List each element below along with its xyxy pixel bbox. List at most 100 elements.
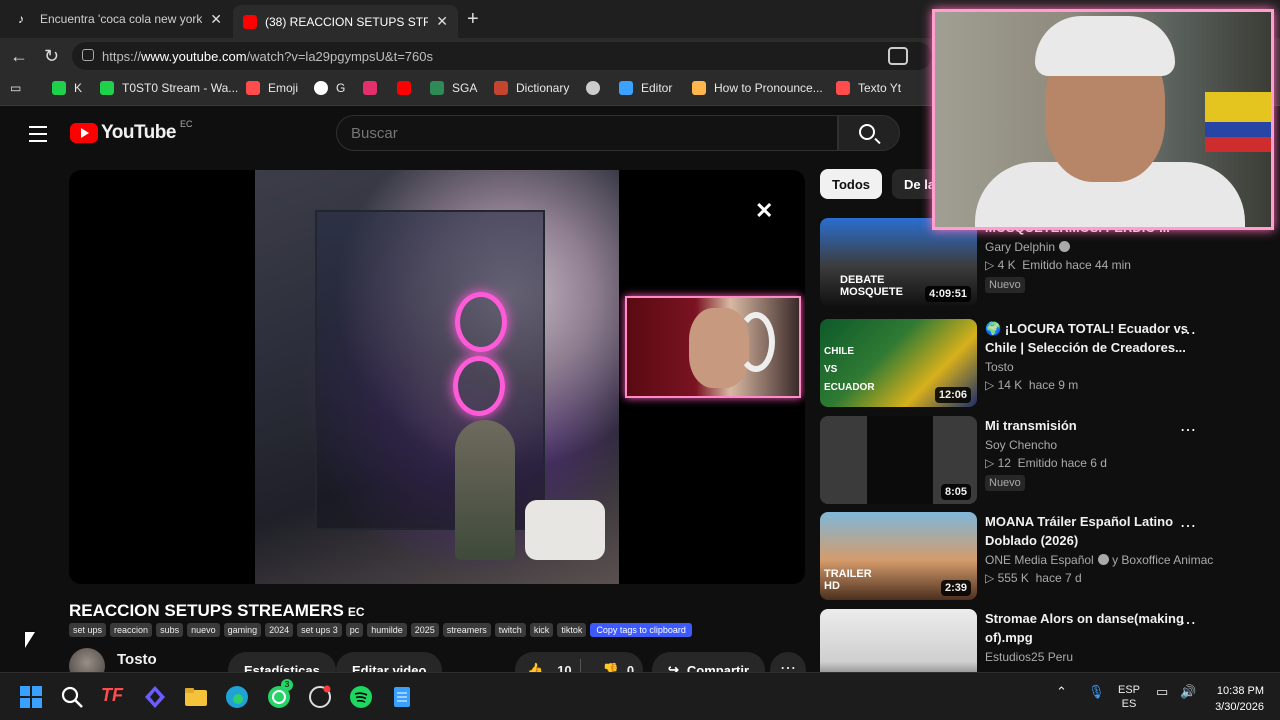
bookmark-dictionary[interactable]: Dictionary bbox=[494, 81, 569, 95]
tag-item[interactable]: humilde bbox=[367, 623, 407, 637]
display-icon[interactable]: ▭ bbox=[1156, 685, 1168, 699]
channel-name[interactable]: Tosto bbox=[117, 651, 157, 668]
notepad-icon[interactable] bbox=[390, 685, 414, 709]
channel-name[interactable]: Soy Chencho bbox=[985, 438, 1205, 452]
video-title[interactable]: Stromae Alors on danse(making of).mpg bbox=[985, 609, 1205, 647]
tag-item[interactable]: gaming bbox=[223, 623, 262, 637]
bookmark-instagram[interactable] bbox=[363, 81, 385, 95]
bookmark-youtube[interactable] bbox=[397, 81, 419, 95]
youtube-logo[interactable]: YouTube EC bbox=[70, 119, 192, 144]
copy-tags-button[interactable]: Copy tags to clipboard bbox=[590, 623, 692, 637]
bookmark-tosto-stream[interactable]: T0ST0 Stream - Wa... bbox=[100, 81, 238, 95]
tag-item[interactable]: kick bbox=[529, 623, 554, 637]
list-item[interactable]: TRAILER HD 2:39 MOANA Tráiler Español La… bbox=[820, 512, 1240, 600]
bookmark-emoji[interactable]: Emoji bbox=[246, 81, 298, 95]
edit-video-button[interactable]: Editar video bbox=[336, 652, 443, 672]
bookmark-how-to-pronounce[interactable]: How to Pronounce... bbox=[692, 81, 823, 95]
channel-name[interactable]: ONE Media Español y Boxoffice Animac bbox=[985, 553, 1213, 567]
bookmark-sga[interactable]: SGA bbox=[430, 81, 477, 95]
bookmark-editor[interactable]: Editor bbox=[619, 81, 672, 95]
video-frame[interactable] bbox=[255, 170, 619, 584]
tab-youtube-video[interactable]: (38) REACCION SETUPS STREAMERS ✕ bbox=[233, 5, 458, 38]
tag-item[interactable]: 2024 bbox=[265, 623, 294, 637]
channel-name[interactable]: Gary Delphin bbox=[985, 240, 1205, 254]
thumbnail-text: CHILE VS ECUADOR bbox=[824, 346, 875, 393]
tag-item[interactable]: set ups bbox=[69, 623, 107, 637]
site-info-icon[interactable] bbox=[82, 49, 94, 61]
tf-app-icon[interactable]: TF bbox=[101, 685, 125, 709]
video-thumbnail[interactable]: TRAILER HD 2:39 bbox=[820, 512, 977, 600]
channel-name[interactable]: Tosto bbox=[985, 360, 1205, 374]
video-title[interactable]: 🌍 ¡LOCURA TOTAL! Ecuador vs Chile | Sele… bbox=[985, 319, 1205, 357]
mouse-cursor bbox=[25, 632, 41, 648]
search-icon[interactable] bbox=[60, 685, 84, 709]
tag-item[interactable]: 2025 bbox=[410, 623, 439, 637]
sga-icon bbox=[430, 81, 444, 95]
like-icon[interactable]: 👍 bbox=[527, 662, 543, 672]
video-thumbnail[interactable] bbox=[820, 609, 977, 672]
chevron-up-icon[interactable]: ⌃ bbox=[1056, 685, 1067, 699]
more-options-icon[interactable]: ⋯ bbox=[1180, 613, 1197, 633]
bookmark-openai[interactable] bbox=[586, 81, 608, 95]
tag-item[interactable]: reaccion bbox=[110, 623, 153, 637]
extension-icon[interactable] bbox=[888, 47, 908, 65]
channel-name[interactable]: Estudios25 Peru bbox=[985, 650, 1205, 664]
search-input[interactable] bbox=[336, 115, 838, 151]
video-title[interactable]: MOANA Tráiler Español Latino Doblado (20… bbox=[985, 512, 1205, 550]
list-item[interactable]: DEBATE MOSQUETE 4:09:51 MOSQUETERMOS. PE… bbox=[820, 218, 1240, 306]
language-indicator[interactable]: ESP ES bbox=[1118, 683, 1140, 711]
video-thumbnail[interactable]: 8:05 bbox=[820, 416, 977, 504]
video-title[interactable]: Mi transmisión bbox=[985, 416, 1205, 435]
list-item[interactable]: 8:05 Mi transmisión Soy Chencho ▷ 12 Emi… bbox=[820, 416, 1240, 504]
list-item[interactable]: Stromae Alors on danse(making of).mpg Es… bbox=[820, 609, 1240, 672]
close-tab-icon[interactable]: ✕ bbox=[210, 11, 222, 28]
search-icon bbox=[859, 124, 875, 140]
bookmark-k[interactable]: K bbox=[52, 81, 82, 95]
tag-item[interactable]: tiktok bbox=[557, 623, 587, 637]
file-explorer-icon[interactable] bbox=[184, 685, 208, 709]
ecuador-flag-image bbox=[1205, 92, 1271, 152]
url-field[interactable]: https://www.youtube.com/watch?v=la29pgym… bbox=[72, 42, 932, 70]
tag-item[interactable]: set ups 3 bbox=[297, 623, 342, 637]
avatar[interactable] bbox=[69, 648, 105, 672]
like-count[interactable]: 10 bbox=[557, 663, 571, 673]
dislike-icon[interactable]: 👎 bbox=[603, 662, 619, 672]
volume-icon[interactable]: 🔊 bbox=[1180, 685, 1196, 699]
list-item[interactable]: CHILE VS ECUADOR 12:06 🌍 ¡LOCURA TOTAL! … bbox=[820, 319, 1240, 407]
reload-icon[interactable]: ↻ bbox=[44, 46, 59, 67]
back-arrow-icon[interactable]: ← bbox=[10, 46, 28, 67]
search-button[interactable] bbox=[838, 115, 900, 151]
windows-start-icon[interactable] bbox=[19, 685, 43, 709]
tag-item[interactable]: twitch bbox=[494, 623, 526, 637]
share-button[interactable]: ↪ Compartir bbox=[652, 652, 766, 672]
video-thumbnail[interactable]: DEBATE MOSQUETE 4:09:51 bbox=[820, 218, 977, 306]
sidekick-icon[interactable] bbox=[143, 685, 167, 709]
video-player[interactable]: ✕ bbox=[69, 170, 805, 584]
spotify-icon[interactable] bbox=[349, 685, 373, 709]
recording-app-icon[interactable] bbox=[308, 685, 332, 709]
tag-item[interactable]: subs bbox=[156, 623, 184, 637]
tag-item[interactable]: pc bbox=[345, 623, 364, 637]
channel-row: Tosto bbox=[69, 648, 157, 672]
more-options-icon[interactable]: ⋯ bbox=[1180, 420, 1197, 440]
tag-item[interactable]: streamers bbox=[442, 623, 491, 637]
bookmarks-menu-icon[interactable]: ▭ bbox=[10, 81, 21, 95]
clock[interactable]: 10:38 PM 3/30/2026 bbox=[1204, 683, 1264, 715]
more-options-icon[interactable]: ⋯ bbox=[1180, 323, 1197, 343]
kick-icon bbox=[100, 81, 114, 95]
close-tab-icon[interactable]: ✕ bbox=[436, 13, 448, 30]
menu-icon[interactable] bbox=[29, 126, 47, 147]
new-tab-button[interactable]: + bbox=[467, 8, 479, 31]
bookmark-google[interactable]: G bbox=[314, 81, 345, 95]
edge-browser-icon[interactable] bbox=[225, 685, 249, 709]
chip-todos[interactable]: Todos bbox=[820, 169, 883, 199]
whatsapp-icon[interactable]: 3 bbox=[267, 679, 293, 709]
tab-tiktok-search[interactable]: ♪ Encuentra 'coca cola new york' en ✕ bbox=[8, 5, 232, 33]
bookmark-texto-yt[interactable]: Texto Yt bbox=[836, 81, 901, 95]
more-actions-icon[interactable]: ⋯ bbox=[770, 652, 806, 672]
video-thumbnail[interactable]: CHILE VS ECUADOR 12:06 bbox=[820, 319, 977, 407]
tag-item[interactable]: nuevo bbox=[187, 623, 220, 637]
microphone-icon[interactable]: 🎙 bbox=[1088, 685, 1105, 699]
more-options-icon[interactable]: ⋯ bbox=[1180, 516, 1197, 536]
statistics-button[interactable]: Estadísticas bbox=[228, 652, 336, 672]
